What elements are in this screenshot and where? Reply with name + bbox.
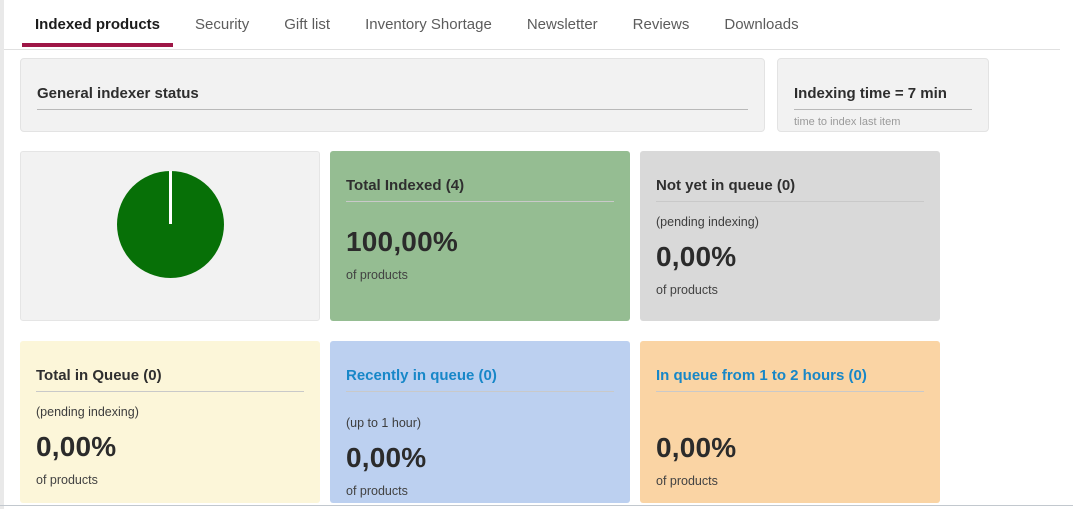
left-edge-strip xyxy=(0,0,4,509)
tab-indexed-products[interactable]: Indexed products xyxy=(22,0,173,49)
card-value: 0,00% xyxy=(656,241,924,273)
card-note: (pending indexing) xyxy=(656,215,924,229)
card-unit: of products xyxy=(656,474,924,488)
card-in-queue-1-2-hours: In queue from 1 to 2 hours (0) 0,00% of … xyxy=(640,341,940,503)
indexing-time-title: Indexing time = 7 min xyxy=(794,85,972,102)
card-unit: of products xyxy=(656,283,924,297)
indexed-pie-chart xyxy=(117,171,224,278)
card-unit: of products xyxy=(346,268,614,282)
stats-card-grid: Total Indexed (4) 100,00% of products No… xyxy=(20,151,1073,503)
tab-bar: Indexed products Security Gift list Inve… xyxy=(0,0,1060,50)
card-unit: of products xyxy=(346,484,614,498)
bottom-border-line xyxy=(0,505,1073,506)
card-title: In queue from 1 to 2 hours (0) xyxy=(656,367,924,384)
card-value: 0,00% xyxy=(346,442,614,474)
tab-reviews[interactable]: Reviews xyxy=(620,0,703,49)
tab-downloads[interactable]: Downloads xyxy=(711,0,811,49)
indexed-pie-card xyxy=(20,151,320,321)
tab-newsletter[interactable]: Newsletter xyxy=(514,0,611,49)
card-value: 100,00% xyxy=(346,226,614,258)
card-note: (pending indexing) xyxy=(36,405,304,419)
pie-chart-wrap xyxy=(37,178,303,320)
title-underline xyxy=(346,201,614,202)
card-total-in-queue: Total in Queue (0) (pending indexing) 0,… xyxy=(20,341,320,503)
indexing-time-subtitle: time to index last item xyxy=(794,116,972,128)
general-indexer-status-title: General indexer status xyxy=(37,85,748,102)
card-value: 0,00% xyxy=(36,431,304,463)
indexer-dashboard: Indexed products Security Gift list Inve… xyxy=(0,0,1073,509)
card-title: Recently in queue (0) xyxy=(346,367,614,384)
title-underline xyxy=(346,391,614,392)
card-unit: of products xyxy=(36,473,304,487)
card-note: (up to 1 hour) xyxy=(346,416,614,430)
tab-security[interactable]: Security xyxy=(182,0,262,49)
title-underline xyxy=(794,109,972,110)
card-not-yet-in-queue: Not yet in queue (0) (pending indexing) … xyxy=(640,151,940,321)
pie-slice-divider xyxy=(169,171,172,224)
card-title: Not yet in queue (0) xyxy=(656,177,924,194)
card-title: Total in Queue (0) xyxy=(36,367,304,384)
indexing-time-panel: Indexing time = 7 min time to index last… xyxy=(777,58,989,132)
card-recently-in-queue: Recently in queue (0) (up to 1 hour) 0,0… xyxy=(330,341,630,503)
title-underline xyxy=(656,201,924,202)
title-underline xyxy=(36,391,304,392)
card-total-indexed: Total Indexed (4) 100,00% of products xyxy=(330,151,630,321)
tab-inventory-shortage[interactable]: Inventory Shortage xyxy=(352,0,505,49)
title-underline xyxy=(37,109,748,110)
general-indexer-status-panel: General indexer status xyxy=(20,58,765,132)
status-panels-row: General indexer status Indexing time = 7… xyxy=(20,58,1073,132)
tab-gift-list[interactable]: Gift list xyxy=(271,0,343,49)
title-underline xyxy=(656,391,924,392)
card-title: Total Indexed (4) xyxy=(346,177,614,194)
card-value: 0,00% xyxy=(656,432,924,464)
